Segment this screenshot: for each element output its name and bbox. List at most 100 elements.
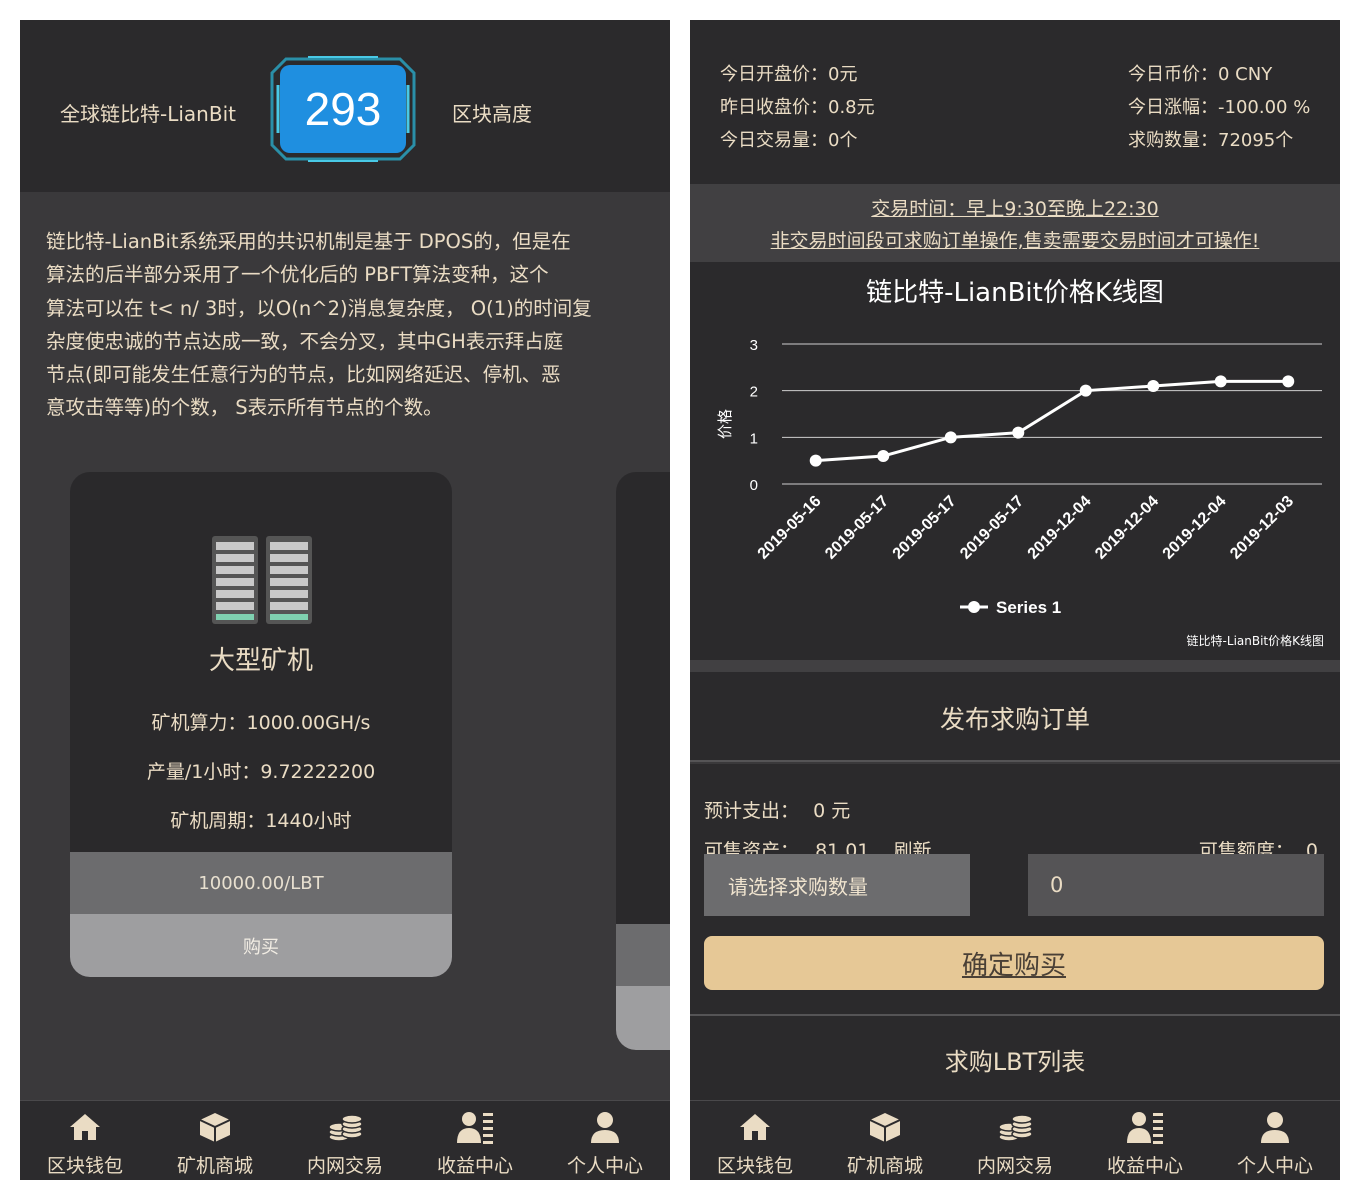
x-tick-label: 2019-12-04 (1160, 493, 1230, 563)
nav-item-earnings[interactable]: 收益中心 (1080, 1101, 1210, 1180)
open-price: 今日开盘价：0元 (720, 64, 858, 85)
price-change: 今日涨幅：-100.00 % (1128, 97, 1311, 118)
data-point (809, 454, 822, 467)
miner-output: 产量/1小时：9.72222200 (146, 761, 376, 783)
intro-line: 杂度使忠诚的节点达成一致，不会分叉，其中GH表示拜占庭 (46, 329, 564, 353)
next-card-price-strip (616, 924, 670, 986)
nav-item-earnings[interactable]: 收益中心 (410, 1101, 540, 1180)
miner-cycle: 矿机周期：1440小时 (170, 810, 352, 832)
nav-label: 区块钱包 (46, 1155, 123, 1177)
x-tick-label: 2019-05-17 (890, 493, 960, 563)
nav-item-profile[interactable]: 个人中心 (1210, 1101, 1340, 1180)
nav-label: 收益中心 (1106, 1155, 1183, 1177)
user-icon (585, 1109, 625, 1145)
nav-item-miner-shop[interactable]: 矿机商城 (150, 1101, 280, 1180)
platform-name: 全球链比特-LianBit (60, 102, 236, 126)
estimated-cost: 预计支出： 0 元 (704, 796, 850, 823)
user-icon (1255, 1109, 1295, 1145)
block-height-badge: 293 (268, 55, 418, 163)
market-summary-left: 今日开盘价：0元 昨日收盘价：0.8元 今日交易量：0个 (720, 58, 875, 157)
trade-screen: 今日开盘价：0元 昨日收盘价：0.8元 今日交易量：0个 今日币价：0 CNY … (690, 20, 1340, 1180)
nav-item-trade[interactable]: 内网交易 (950, 1101, 1080, 1180)
chart-credit: 链比特-LianBit价格K线图 (1186, 634, 1324, 648)
coins-icon (325, 1109, 365, 1145)
nav-item-profile[interactable]: 个人中心 (540, 1101, 670, 1180)
x-tick-label: 2019-05-17 (957, 493, 1027, 563)
block-header: 全球链比特-LianBit 293 区块高度 (20, 20, 670, 192)
miner-card: 大型矿机 矿机算力：1000.00GH/s 产量/1小时：9.72222200 … (70, 472, 452, 977)
prev-close: 昨日收盘价：0.8元 (720, 97, 875, 118)
trade-volume: 今日交易量：0个 (720, 130, 858, 151)
order-header: 发布求购订单 (690, 672, 1340, 762)
price-chart: 0 1 2 3 价格 2019-05-16 2019-05-17 2019-05-17 2019… (690, 262, 1340, 660)
home-icon (65, 1109, 105, 1145)
legend-label: Series 1 (996, 598, 1061, 617)
y-tick-label: 0 (750, 477, 758, 494)
intro-line: 节点(即可能发生任意行为的节点，比如网络延迟、停机、恶 (46, 363, 561, 387)
trading-time-notice: 交易时间：早上9:30至晚上22:30 非交易时间段可求购订单操作,售卖需要交易… (690, 184, 1340, 262)
x-tick-label: 2019-12-04 (1092, 493, 1162, 563)
server-rack-icon (212, 536, 312, 624)
market-summary-right: 今日币价：0 CNY 今日涨幅：-100.00 % 求购数量：72095个 (1128, 58, 1310, 157)
data-point (1012, 426, 1025, 439)
confirm-buy-button[interactable]: 确定购买 (704, 936, 1324, 990)
intro-line: 算法的后半部分采用了一个优化后的 PBFT算法变种，这个 (46, 263, 549, 287)
coin-price: 今日币价：0 CNY (1128, 64, 1273, 85)
order-title: 发布求购订单 (939, 705, 1090, 734)
next-card-buy-strip (616, 986, 670, 1050)
intro-line: 算法可以在 t< n/ 3时，以O(n^2)消息复杂度， O(1)的时间复 (46, 296, 592, 320)
next-miner-card[interactable] (616, 472, 670, 1050)
block-height-value: 293 (280, 65, 406, 153)
legend-marker (968, 601, 980, 613)
x-tick-label: 2019-05-16 (755, 493, 825, 563)
order-form: 预计支出： 0 元 可售资产： 81.01 刷新 可售额度： 0 请选择求购数量… (690, 764, 1340, 1014)
miner-title: 大型矿机 (208, 646, 313, 676)
nav-label: 收益中心 (436, 1155, 513, 1177)
trading-note: 非交易时间段可求购订单操作,售卖需要交易时间才可操作! (770, 230, 1260, 252)
user-list-icon (1125, 1109, 1165, 1145)
bid-count: 求购数量：72095个 (1128, 130, 1294, 151)
data-point (1147, 380, 1160, 392)
nav-item-wallet[interactable]: 区块钱包 (690, 1101, 820, 1180)
block-height-label: 区块高度 (452, 102, 532, 126)
y-tick-label: 1 (750, 430, 758, 447)
chart-title: 链比特-LianBit价格K线图 (866, 278, 1164, 308)
box-icon (865, 1109, 905, 1145)
data-point (1282, 375, 1295, 388)
nav-label: 矿机商城 (846, 1155, 923, 1177)
nav-label: 内网交易 (976, 1155, 1053, 1177)
amount-input[interactable]: 0 (1028, 854, 1324, 916)
nav-label: 区块钱包 (716, 1155, 793, 1177)
nav-label: 内网交易 (306, 1155, 383, 1177)
nav-label: 个人中心 (566, 1155, 643, 1177)
intro-line: 意攻击等等)的个数， S表示所有节点的个数。 (46, 396, 443, 420)
nav-item-wallet[interactable]: 区块钱包 (20, 1101, 150, 1180)
quantity-select[interactable]: 请选择求购数量 (704, 854, 970, 916)
price-chart-svg: 0123价格2019-05-162019-05-172019-05-172019… (716, 337, 1322, 617)
data-point (1079, 384, 1092, 397)
estimated-label: 预计支出： (704, 800, 800, 822)
mining-screen: 全球链比特-LianBit 293 区块高度 链比特-LianBit系统采用的共… (20, 20, 670, 1180)
x-tick-label: 2019-05-17 (822, 493, 892, 563)
coins-icon (995, 1109, 1035, 1145)
data-point (877, 450, 890, 462)
miner-price: 10000.00/LBT (70, 852, 452, 914)
nav-item-trade[interactable]: 内网交易 (280, 1101, 410, 1180)
data-point (944, 431, 957, 444)
user-list-icon (455, 1109, 495, 1145)
y-tick-label: 2 (750, 384, 758, 401)
data-point (1214, 375, 1227, 388)
market-summary: 今日开盘价：0元 昨日收盘价：0.8元 今日交易量：0个 今日币价：0 CNY … (690, 20, 1340, 184)
box-icon (195, 1109, 235, 1145)
estimated-value: 0 元 (813, 800, 851, 822)
consensus-intro: 链比特-LianBit系统采用的共识机制是基于 DPOS的，但是在 算法的后半部… (46, 225, 646, 425)
nav-label: 矿机商城 (176, 1155, 253, 1177)
miner-hashrate: 矿机算力：1000.00GH/s (151, 712, 371, 734)
intro-line: 链比特-LianBit系统采用的共识机制是基于 DPOS的，但是在 (46, 230, 571, 253)
nav-label: 个人中心 (1236, 1155, 1313, 1177)
bid-list-title: 求购LBT列表 (944, 1048, 1086, 1076)
y-axis-label: 价格 (716, 409, 734, 439)
buy-button[interactable]: 购买 (70, 914, 452, 977)
nav-item-miner-shop[interactable]: 矿机商城 (820, 1101, 950, 1180)
home-icon (735, 1109, 775, 1145)
